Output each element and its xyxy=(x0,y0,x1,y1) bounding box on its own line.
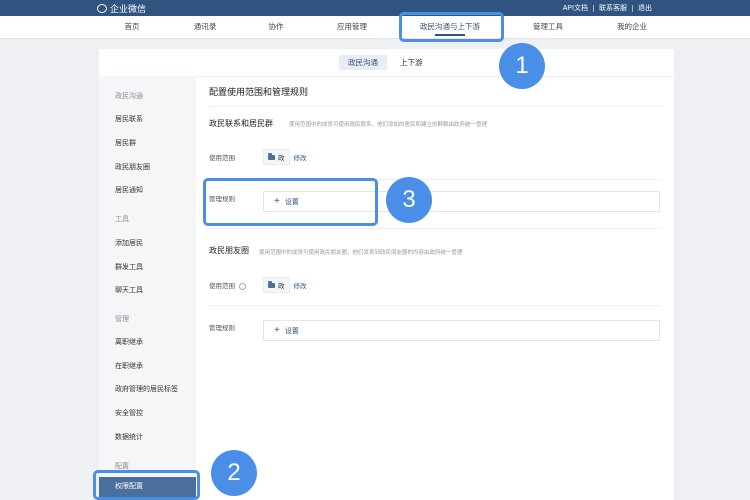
sidebar-item-resident-contact[interactable]: 居民联系 xyxy=(115,114,143,124)
main-nav: 首页 通讯录 协作 应用管理 政民沟通与上下游 管理工具 我的企业 xyxy=(0,16,750,39)
section-description: 使用范围中的成员可使用政民朋友圈，他们发表到政民朋友圈的内容由政府统一管理 xyxy=(259,250,463,256)
divider xyxy=(593,4,594,12)
folder-icon xyxy=(268,153,275,160)
scope-tag: 政 xyxy=(263,277,290,293)
callout-highlight-sidebar xyxy=(93,470,200,500)
rule-label: 管理规则 xyxy=(209,325,235,332)
sidebar-group-title: 管理 xyxy=(115,316,129,323)
callout-badge: 2 xyxy=(211,450,257,496)
sidebar-item-resident-notice[interactable]: 居民通知 xyxy=(115,185,143,195)
sidebar: 政民沟通 居民联系 居民群 政民朋友圈 居民通知 工具 添加居民 群发工具 聊天… xyxy=(99,76,196,500)
plus-icon: + xyxy=(274,324,280,336)
divider xyxy=(209,106,661,107)
callout-badge: 3 xyxy=(386,177,432,223)
scope-label-text: 使用范围 xyxy=(209,283,235,290)
wecom-logo-icon xyxy=(97,4,107,13)
sub-tabs: 政民沟通 上下游 xyxy=(99,49,674,77)
scope-tag-label: 政 xyxy=(278,283,285,290)
tab-upstream-downstream[interactable]: 上下游 xyxy=(391,55,432,70)
sidebar-group-title: 政民沟通 xyxy=(115,93,143,100)
divider xyxy=(632,4,633,12)
nav-home[interactable]: 首页 xyxy=(92,16,172,38)
section-title: 政民联系和居民群 xyxy=(209,119,273,128)
divider xyxy=(209,305,661,306)
scope-selector: 政 修改 xyxy=(263,277,307,293)
sidebar-item-resident-tags[interactable]: 政府管理的居民标签 xyxy=(115,384,178,394)
callout-highlight-rule xyxy=(203,178,378,226)
sidebar-item-chat-tool[interactable]: 聊天工具 xyxy=(115,285,143,295)
callout-highlight-nav xyxy=(399,12,504,42)
page-title: 配置使用范围和管理规则 xyxy=(209,87,309,97)
top-links: API文档 联系客服 退出 xyxy=(563,3,652,13)
scope-selector: 政 修改 xyxy=(263,149,307,165)
sidebar-item-statistics[interactable]: 数据统计 xyxy=(115,432,143,442)
scope-label: 使用范围 xyxy=(209,155,235,162)
section-description: 使用范围中的成员可使用政民联系，他们添加的居民和建立的群聊由政府统一管理 xyxy=(289,122,488,128)
contact-support-link[interactable]: 联系客服 xyxy=(599,3,627,13)
nav-management-tools[interactable]: 管理工具 xyxy=(508,16,588,38)
nav-my-enterprise[interactable]: 我的企业 xyxy=(592,16,672,38)
divider xyxy=(209,228,661,229)
app-logo-text: 企业微信 xyxy=(110,4,147,14)
main-panel: 政民沟通 上下游 政民沟通 居民联系 居民群 政民朋友圈 居民通知 工具 添加居… xyxy=(99,49,674,500)
nav-contacts[interactable]: 通讯录 xyxy=(165,16,245,38)
section-title: 政民朋友圈 xyxy=(209,246,249,255)
sidebar-item-add-resident[interactable]: 添加居民 xyxy=(115,238,143,248)
sidebar-item-resign-inherit[interactable]: 离职继承 xyxy=(115,337,143,347)
nav-collaboration[interactable]: 协作 xyxy=(236,16,316,38)
folder-icon xyxy=(268,281,275,288)
sidebar-item-onjob-inherit[interactable]: 在职继承 xyxy=(115,361,143,371)
edit-scope-link[interactable]: 修改 xyxy=(294,280,307,290)
content-area: 配置使用范围和管理规则 政民联系和居民群 使用范围中的成员可使用政民联系，他们添… xyxy=(196,76,674,500)
tab-gov-citizen[interactable]: 政民沟通 xyxy=(339,55,387,70)
sidebar-group-title: 工具 xyxy=(115,216,129,223)
api-docs-link[interactable]: API文档 xyxy=(563,3,588,13)
sidebar-item-security[interactable]: 安全管控 xyxy=(115,408,143,418)
logout-link[interactable]: 退出 xyxy=(638,3,652,13)
nav-app-management[interactable]: 应用管理 xyxy=(312,16,392,38)
app-logo[interactable]: 企业微信 xyxy=(97,2,146,15)
top-bar: 企业微信 API文档 联系客服 退出 xyxy=(0,0,750,16)
set-button-label: 设置 xyxy=(284,327,299,335)
callout-badge: 1 xyxy=(499,43,545,89)
info-icon[interactable] xyxy=(238,282,246,290)
sidebar-item-moments[interactable]: 政民朋友圈 xyxy=(115,162,150,172)
sidebar-item-resident-group[interactable]: 居民群 xyxy=(115,138,136,148)
edit-scope-link[interactable]: 修改 xyxy=(294,152,307,162)
scope-tag-label: 政 xyxy=(278,155,285,162)
sidebar-item-broadcast-tool[interactable]: 群发工具 xyxy=(115,262,143,272)
rule-setting-box[interactable]: + 设置 xyxy=(263,320,660,341)
scope-tag: 政 xyxy=(263,149,290,165)
scope-label: 使用范围 xyxy=(209,280,246,290)
